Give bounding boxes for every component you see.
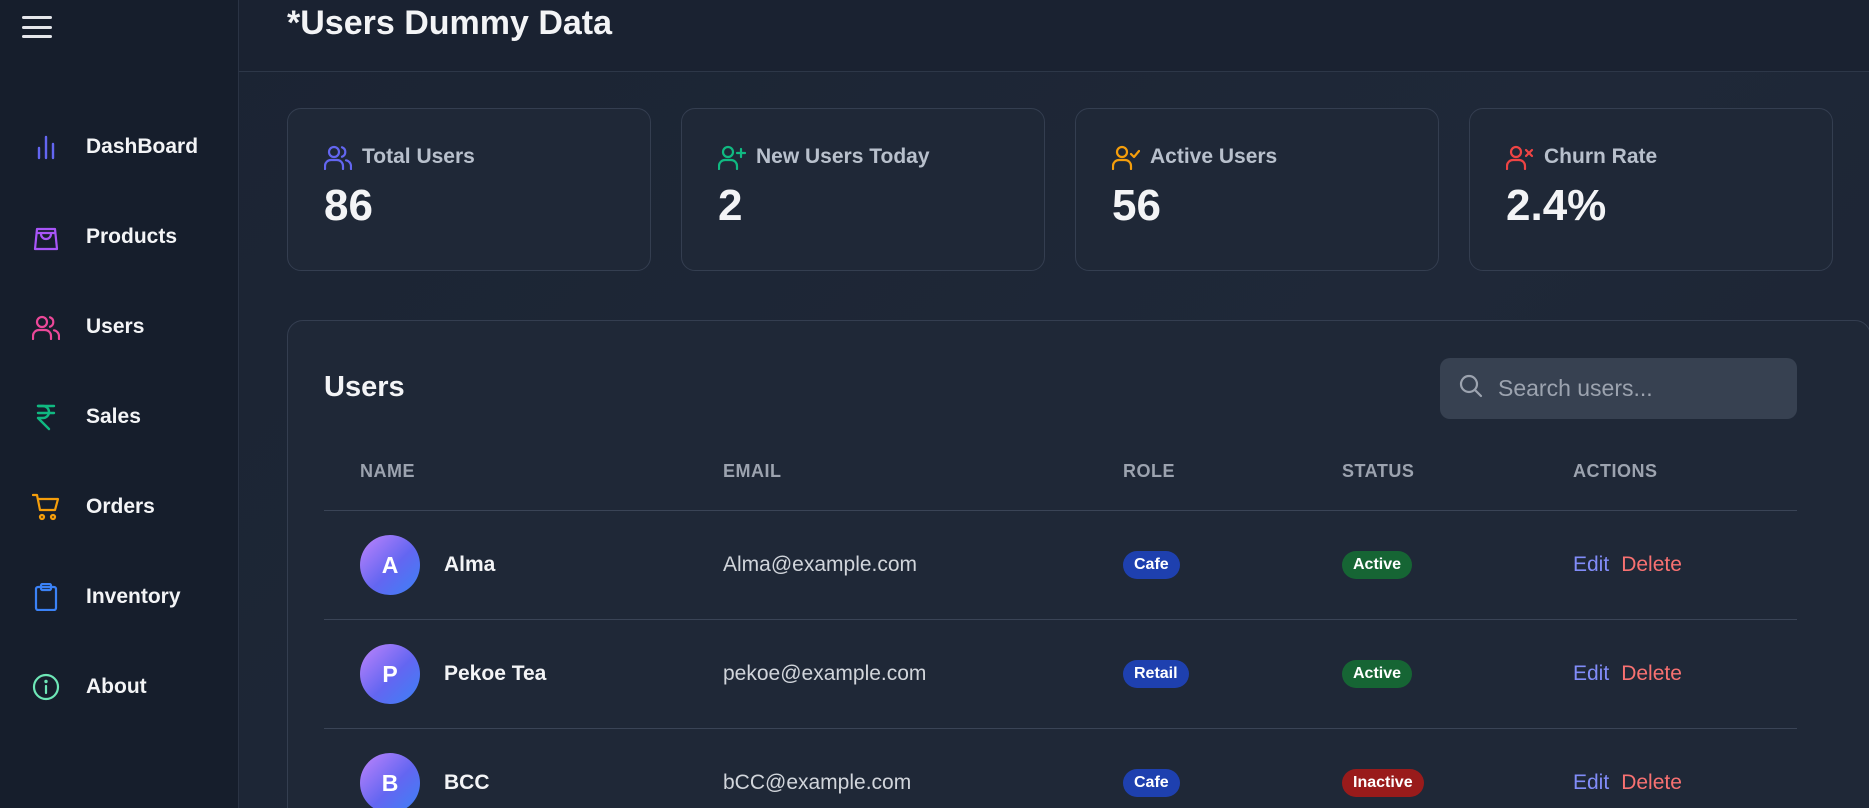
column-header-actions: ACTIONS [1573, 461, 1658, 481]
sidebar-item-inventory[interactable]: Inventory [0, 552, 238, 642]
column-header-role: ROLE [1123, 461, 1176, 481]
users-panel-title: Users [324, 371, 405, 403]
edit-button[interactable]: Edit [1573, 662, 1609, 686]
user-email: Alma@example.com [723, 553, 918, 576]
edit-button[interactable]: Edit [1573, 553, 1609, 577]
stat-value: 86 [324, 181, 373, 230]
shopping-bag-icon [32, 223, 60, 251]
table-header: NAME EMAIL ROLE STATUS ACTIONS [324, 433, 1797, 511]
sidebar: DashBoard Products Users Sales Orders In… [0, 0, 239, 808]
stat-label: Active Users [1150, 145, 1278, 168]
user-plus-icon [718, 143, 746, 171]
role-badge: Retail [1123, 660, 1189, 688]
search-box[interactable] [1440, 358, 1797, 419]
search-input[interactable] [1498, 375, 1778, 402]
users-table: NAME EMAIL ROLE STATUS ACTIONS A Alma Al… [324, 433, 1797, 808]
sidebar-item-dashboard[interactable]: DashBoard [0, 102, 238, 192]
stat-card-churn-rate: Churn Rate 2.4% [1469, 108, 1833, 271]
page-title: *Users Dummy Data [287, 4, 613, 42]
search-icon [1458, 373, 1484, 404]
user-name: BCC [444, 771, 490, 794]
users-icon [32, 313, 60, 341]
hamburger-menu-icon[interactable] [22, 14, 52, 40]
sidebar-item-orders[interactable]: Orders [0, 462, 238, 552]
stat-label: Churn Rate [1544, 145, 1658, 168]
delete-button[interactable]: Delete [1621, 662, 1682, 686]
stat-card-active-users: Active Users 56 [1075, 108, 1439, 271]
sidebar-item-about[interactable]: About [0, 642, 238, 732]
stat-value: 56 [1112, 181, 1161, 230]
stat-value: 2 [718, 181, 743, 230]
status-badge: Active [1342, 551, 1413, 579]
bar-chart-icon [32, 133, 60, 161]
user-email: bCC@example.com [723, 771, 912, 794]
status-badge: Active [1342, 660, 1413, 688]
sidebar-item-label: Users [86, 315, 145, 338]
user-name: Pekoe Tea [444, 662, 547, 685]
user-email: pekoe@example.com [723, 662, 927, 685]
role-badge: Cafe [1123, 769, 1180, 797]
stat-label: Total Users [362, 145, 475, 168]
avatar: B [360, 753, 420, 808]
avatar: P [360, 644, 420, 704]
table-row: B BCC bCC@example.com Cafe Inactive Edit… [324, 729, 1797, 808]
stats-row: Total Users 86 New Users Today 2 Active … [287, 108, 1833, 271]
sidebar-item-label: Products [86, 225, 178, 248]
sidebar-item-users[interactable]: Users [0, 282, 238, 372]
stat-value: 2.4% [1506, 181, 1607, 230]
user-name: Alma [444, 553, 496, 576]
column-header-status: STATUS [1342, 461, 1415, 481]
sidebar-item-label: Orders [86, 495, 155, 518]
column-header-email: EMAIL [723, 461, 782, 481]
table-row: A Alma Alma@example.com Cafe Active Edit… [324, 511, 1797, 620]
sidebar-item-label: About [86, 675, 147, 698]
sidebar-nav: DashBoard Products Users Sales Orders In… [0, 102, 238, 732]
header: *Users Dummy Data [239, 0, 1869, 72]
sidebar-item-label: Sales [86, 405, 141, 428]
column-header-name: NAME [360, 461, 415, 481]
main-content: *Users Dummy Data Total Users 86 New Use… [239, 0, 1869, 808]
sidebar-item-products[interactable]: Products [0, 192, 238, 282]
info-icon [32, 673, 60, 701]
delete-button[interactable]: Delete [1621, 771, 1682, 795]
table-row: P Pekoe Tea pekoe@example.com Retail Act… [324, 620, 1797, 729]
status-badge: Inactive [1342, 769, 1424, 797]
user-check-icon [1112, 143, 1140, 171]
rupee-icon [32, 403, 60, 431]
role-badge: Cafe [1123, 551, 1180, 579]
sidebar-item-label: DashBoard [86, 135, 199, 158]
user-x-icon [1506, 143, 1534, 171]
cart-icon [32, 493, 60, 521]
sidebar-item-label: Inventory [86, 585, 181, 608]
users-icon [324, 143, 352, 171]
avatar: A [360, 535, 420, 595]
stat-label: New Users Today [756, 145, 930, 168]
users-panel: Users NAME EMAIL ROLE STATUS ACTIONS A [287, 320, 1869, 808]
edit-button[interactable]: Edit [1573, 771, 1609, 795]
delete-button[interactable]: Delete [1621, 553, 1682, 577]
stat-card-new-users-today: New Users Today 2 [681, 108, 1045, 271]
sidebar-item-sales[interactable]: Sales [0, 372, 238, 462]
clipboard-icon [32, 583, 60, 611]
stat-card-total-users: Total Users 86 [287, 108, 651, 271]
